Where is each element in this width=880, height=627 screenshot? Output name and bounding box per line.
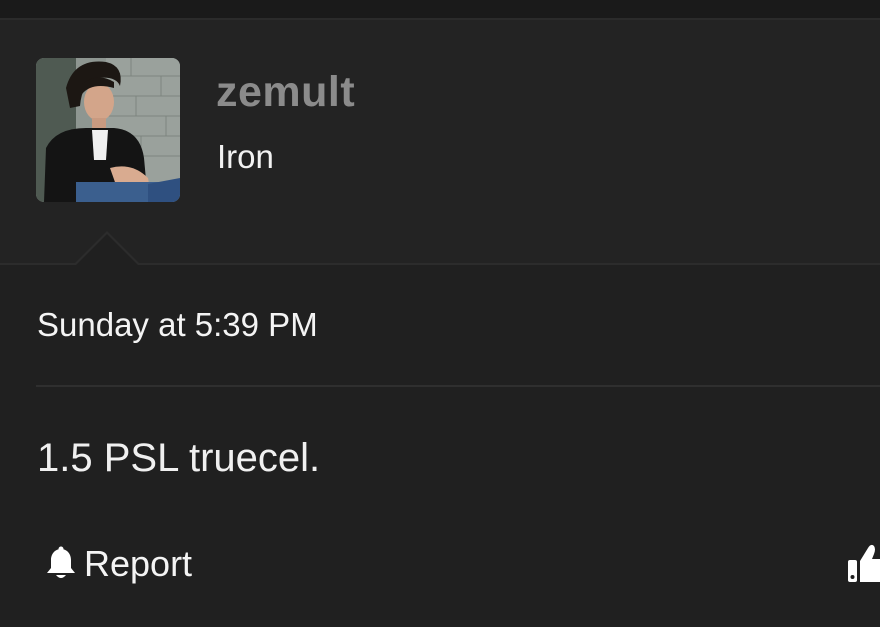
post-timestamp[interactable]: Sunday at 5:39 PM: [37, 305, 318, 345]
avatar[interactable]: [36, 58, 180, 202]
message-body: 1.5 PSL truecel.: [37, 436, 321, 480]
user-title: Iron: [217, 138, 274, 175]
divider: [36, 385, 880, 387]
avatar-image: [36, 58, 180, 202]
report-label: Report: [84, 543, 193, 584]
username[interactable]: zemult: [216, 68, 355, 116]
report-button[interactable]: Report: [44, 543, 192, 585]
bell-icon: [44, 546, 78, 582]
top-strip: [0, 0, 880, 20]
thumbs-up-icon: [848, 544, 880, 582]
message-user-header: zemult Iron: [0, 20, 880, 265]
header-arrow: [75, 234, 139, 266]
like-button[interactable]: [846, 540, 880, 584]
